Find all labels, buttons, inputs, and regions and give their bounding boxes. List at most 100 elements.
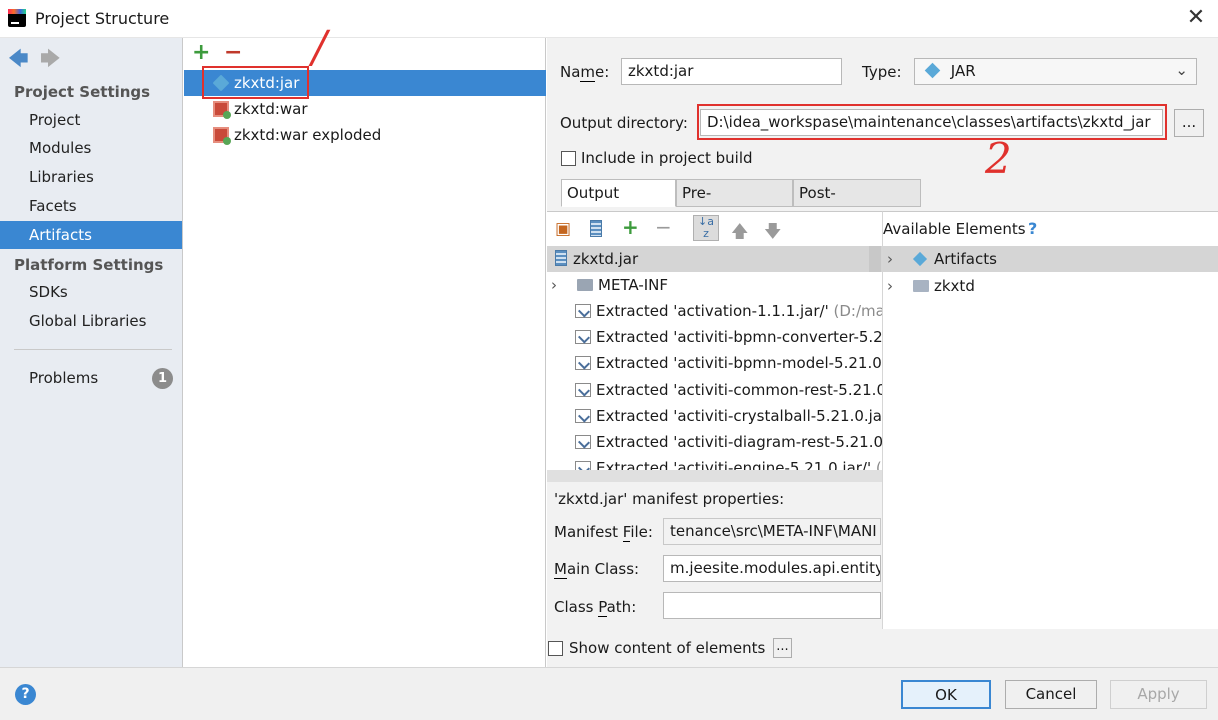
class-path-field[interactable] <box>663 592 881 619</box>
tree-root-row[interactable]: zkxtd.jar <box>547 246 882 272</box>
include-in-build-label: Include in project build <box>581 149 753 167</box>
manifest-heading: 'zkxtd.jar' manifest properties: <box>554 490 785 508</box>
sidebar-item-libraries[interactable]: Libraries <box>0 163 182 191</box>
name-label: Name: <box>560 63 610 82</box>
sort-alphabetically-icon[interactable]: ↓a z <box>693 215 719 241</box>
output-layout-tree: ▣ + − ↓a z 🡅 🡇 zkxtd.jar › META-INF Extrac… <box>547 211 882 482</box>
sidebar: 🡄 🡆 Project Settings Project Modules Lib… <box>0 38 183 667</box>
tree-row-label: Extracted 'activiti-crystalball-5.21.0.j… <box>596 407 882 425</box>
artifacts-icon <box>912 251 928 267</box>
help-icon[interactable]: ? <box>1028 219 1037 238</box>
tree-row[interactable]: Extracted 'activiti-crystalball-5.21.0.j… <box>575 403 882 429</box>
annotation-mark-1: / <box>312 22 327 73</box>
cancel-button[interactable]: Cancel <box>1005 680 1097 709</box>
intellij-app-icon <box>8 9 26 27</box>
move-up-icon[interactable]: 🡅 <box>731 219 748 248</box>
dialog-footer: ? OK Cancel Apply <box>0 667 1218 720</box>
horizontal-scrollbar[interactable] <box>547 470 882 482</box>
chevron-right-icon[interactable]: › <box>887 246 909 272</box>
remove-artifact-button[interactable]: − <box>224 40 242 65</box>
window-title: Project Structure <box>35 9 170 28</box>
ok-button[interactable]: OK <box>901 680 991 709</box>
tree-row[interactable]: Extracted 'activiti-bpmn-converter-5.21 <box>575 324 882 350</box>
title-bar: Project Structure ✕ <box>0 0 1218 38</box>
show-content-checkbox[interactable] <box>548 641 563 656</box>
vertical-scrollbar[interactable] <box>869 246 881 272</box>
tree-row[interactable]: Extracted 'activation-1.1.1.jar/' (D:/ma… <box>575 298 882 324</box>
tree-row[interactable]: Extracted 'activiti-common-rest-5.21.0. <box>575 377 882 403</box>
artifact-item[interactable]: zkxtd:war <box>184 96 546 122</box>
sidebar-item-artifacts[interactable]: Artifacts <box>0 221 182 249</box>
extracted-archive-icon <box>575 330 591 344</box>
tree-row-label: META-INF <box>598 276 669 294</box>
add-archive-icon[interactable] <box>590 220 602 237</box>
jar-icon <box>555 250 567 266</box>
chevron-down-icon: ⌄ <box>1175 61 1188 79</box>
browse-output-button[interactable]: ... <box>1174 109 1204 137</box>
artifact-label: zkxtd:war exploded <box>234 126 382 144</box>
tab-output-layout[interactable]: Output Layout <box>561 179 676 228</box>
tree-row-label: Extracted 'activiti-bpmn-converter-5.21 <box>596 328 882 346</box>
output-directory-label: Output directory: <box>560 114 688 132</box>
available-elements-heading: Available Elements <box>883 220 1026 238</box>
chevron-right-icon[interactable]: › <box>887 273 909 299</box>
extracted-archive-icon <box>575 356 591 370</box>
extracted-archive-icon <box>575 304 591 318</box>
chevron-right-icon[interactable]: › <box>551 272 573 298</box>
name-field[interactable]: zkxtd:jar <box>621 58 842 85</box>
extracted-archive-icon <box>575 409 591 423</box>
help-icon[interactable]: ? <box>15 684 36 705</box>
back-arrow-icon[interactable]: 🡄 <box>8 44 29 78</box>
module-icon <box>913 280 929 292</box>
tree-row-path: (D:/mave <box>833 302 882 320</box>
sidebar-item-project[interactable]: Project <box>0 106 182 134</box>
available-item[interactable]: › zkxtd <box>883 273 1218 299</box>
add-element-icon[interactable]: + <box>622 215 639 239</box>
sidebar-item-modules[interactable]: Modules <box>0 134 182 162</box>
include-in-build-checkbox[interactable] <box>561 151 576 166</box>
available-item-label: Artifacts <box>934 250 997 268</box>
show-content-label: Show content of elements <box>569 639 766 657</box>
manifest-file-label: Manifest File: <box>554 523 653 542</box>
remove-element-icon[interactable]: − <box>655 215 672 239</box>
war-artifact-icon <box>213 127 231 145</box>
main-class-field[interactable]: m.jeesite.modules.api.entity.T <box>663 555 881 582</box>
tree-row[interactable]: Extracted 'activiti-diagram-rest-5.21.0.… <box>575 429 882 455</box>
tree-row[interactable]: Extracted 'activiti-bpmn-model-5.21.0.j <box>575 350 882 376</box>
create-directory-icon[interactable]: ▣ <box>555 219 571 239</box>
tree-row-label: Extracted 'activiti-common-rest-5.21.0. <box>596 381 882 399</box>
tree-row-label: Extracted 'activiti-bpmn-model-5.21.0.j <box>596 354 882 372</box>
jar-artifact-icon <box>924 62 941 79</box>
sidebar-item-facets[interactable]: Facets <box>0 192 182 220</box>
close-icon[interactable]: ✕ <box>1184 5 1208 31</box>
apply-button[interactable]: Apply <box>1110 680 1207 709</box>
move-down-icon[interactable]: 🡇 <box>764 219 781 248</box>
forward-arrow-icon[interactable]: 🡆 <box>40 44 61 78</box>
extracted-archive-icon <box>575 435 591 449</box>
tree-row-label: Extracted 'activation-1.1.1.jar/' <box>596 302 829 320</box>
artifact-item[interactable]: zkxtd:war exploded <box>184 122 546 148</box>
tree-row-label: Extracted 'activiti-diagram-rest-5.21.0.… <box>596 433 882 451</box>
annotation-box-1 <box>202 66 309 99</box>
war-artifact-icon <box>213 101 231 119</box>
extracted-archive-icon <box>575 383 591 397</box>
show-content-options-button[interactable]: ... <box>773 638 792 658</box>
tree-root-label: zkxtd.jar <box>573 250 639 268</box>
tab-pre-processing[interactable]: Pre-processing <box>676 179 793 228</box>
tab-post-processing[interactable]: Post-processing <box>793 179 921 228</box>
manifest-file-field[interactable]: tenance\src\META-INF\MANI <box>663 518 881 545</box>
sidebar-item-sdks[interactable]: SDKs <box>0 278 182 306</box>
sidebar-item-global-libraries[interactable]: Global Libraries <box>0 307 182 335</box>
folder-icon <box>577 279 593 291</box>
type-select[interactable]: JAR ⌄ <box>914 58 1197 85</box>
annotation-box-2 <box>697 104 1167 140</box>
annotation-mark-2: 2 <box>985 134 1012 183</box>
sidebar-divider <box>14 349 172 350</box>
project-settings-heading: Project Settings <box>14 83 151 101</box>
artifact-label: zkxtd:war <box>234 100 308 118</box>
tree-row[interactable]: › META-INF <box>547 272 882 298</box>
available-item[interactable]: › Artifacts <box>883 246 1218 272</box>
platform-settings-heading: Platform Settings <box>14 256 164 274</box>
add-artifact-button[interactable]: + <box>192 40 210 65</box>
class-path-label: Class Path: <box>554 598 637 617</box>
